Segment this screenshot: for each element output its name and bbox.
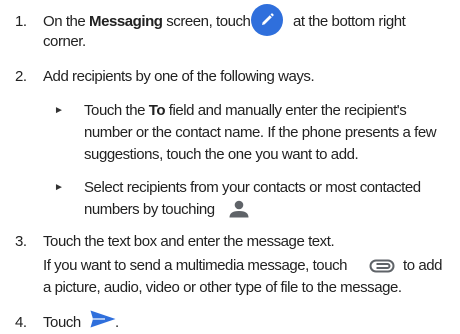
messaging-label: Messaging — [89, 13, 163, 30]
step-number: 3. — [15, 233, 27, 250]
to-field-label: To — [148, 102, 166, 119]
step-number: 1. — [15, 13, 27, 30]
bullet-arrow-icon: ► — [54, 182, 64, 193]
step-number: 2. — [15, 68, 27, 85]
step-1-text: On the Messaging screen, touch — [43, 13, 251, 30]
step-number: 4. — [15, 314, 27, 331]
instruction-document: 1. On the Messaging screen, touch at the… — [0, 0, 460, 334]
person-icon — [229, 200, 249, 218]
send-arrow-icon — [90, 310, 116, 328]
bullet-arrow-icon: ► — [54, 105, 64, 116]
paperclip-attach-icon — [369, 259, 395, 273]
compose-pencil-icon — [251, 4, 283, 36]
